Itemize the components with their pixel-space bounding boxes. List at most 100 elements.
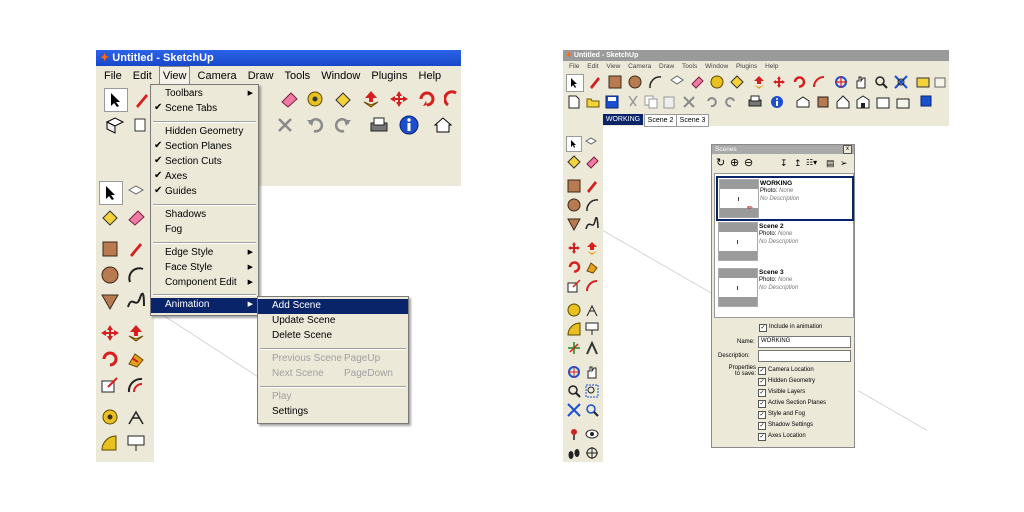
tape-measure-icon[interactable] <box>709 74 725 90</box>
arrow-right-icon[interactable]: ➢ <box>840 156 848 170</box>
zoom-icon[interactable] <box>566 383 582 399</box>
freehand-icon[interactable] <box>584 216 600 232</box>
orbit-icon[interactable] <box>833 74 849 90</box>
list-item[interactable]: ✏ WORKING Photo: None No Description <box>716 176 854 221</box>
save-icon[interactable] <box>604 94 620 110</box>
arc-icon[interactable] <box>584 197 600 213</box>
right-view-icon[interactable] <box>855 94 871 110</box>
menu-window[interactable]: Window <box>702 61 731 72</box>
rotate-icon[interactable] <box>416 88 438 110</box>
cut-icon[interactable] <box>625 94 641 110</box>
push-pull-icon[interactable] <box>125 322 147 344</box>
component-browser-icon[interactable] <box>919 94 935 110</box>
component-icon[interactable] <box>584 136 598 150</box>
circle-icon[interactable] <box>566 197 582 213</box>
pencil-icon[interactable] <box>125 238 147 260</box>
follow-me-icon[interactable] <box>584 259 600 275</box>
freehand-icon[interactable] <box>125 290 147 312</box>
orbit-icon[interactable] <box>566 364 582 380</box>
tab-working[interactable]: WORKING <box>603 114 643 125</box>
scale-icon[interactable] <box>566 278 582 294</box>
redo-icon[interactable] <box>332 114 354 136</box>
eraser-icon[interactable] <box>125 206 147 228</box>
menu-item-fog[interactable]: Fog <box>151 223 258 238</box>
info-icon[interactable] <box>398 114 420 136</box>
refresh-icon[interactable]: ↻ <box>716 156 725 170</box>
move-icon[interactable] <box>99 322 121 344</box>
move-icon[interactable] <box>771 74 787 90</box>
left-view-icon[interactable] <box>895 94 911 110</box>
menu-window[interactable]: Window <box>317 67 364 85</box>
info-icon[interactable] <box>769 94 785 110</box>
menu-help[interactable]: Help <box>415 67 446 85</box>
position-camera-icon[interactable] <box>566 426 582 442</box>
menu-item-delete-scene[interactable]: Delete Scene <box>258 329 408 344</box>
tape-measure-icon[interactable] <box>566 302 582 318</box>
rectangle-icon[interactable] <box>607 74 623 90</box>
extension-icon[interactable] <box>933 74 947 90</box>
list-item[interactable]: Scene 3 Photo: None No Description <box>718 268 852 309</box>
cross-icon[interactable] <box>681 94 697 110</box>
component-icon[interactable] <box>669 74 685 90</box>
menu-item-face-style[interactable]: Face Style ▶ <box>151 261 258 276</box>
view-options-icon[interactable]: ☷▾ <box>806 156 817 170</box>
tape-measure-icon[interactable] <box>99 406 121 428</box>
menu-item-component-edit[interactable]: Component Edit ▶ <box>151 276 258 291</box>
eraser-icon[interactable] <box>278 88 300 110</box>
paint-bucket-icon[interactable] <box>99 206 121 228</box>
menu-help[interactable]: Help <box>762 61 781 72</box>
previous-view-icon[interactable] <box>584 402 600 418</box>
move-down-icon[interactable]: ↧ <box>780 156 788 170</box>
polygon-icon[interactable] <box>99 290 121 312</box>
tape-measure-icon[interactable] <box>304 88 326 110</box>
active-section-planes-checkbox[interactable]: ✓ <box>758 400 766 408</box>
eraser-icon[interactable] <box>689 74 705 90</box>
undo-icon[interactable] <box>703 94 719 110</box>
pencil-icon[interactable] <box>584 178 600 194</box>
menu-edit[interactable]: Edit <box>584 61 601 72</box>
paint-bucket-icon[interactable] <box>566 154 582 170</box>
move-up-icon[interactable]: ↥ <box>794 156 802 170</box>
shadow-settings-checkbox[interactable]: ✓ <box>758 422 766 430</box>
select-arrow-icon[interactable] <box>104 88 128 112</box>
paint-bucket-icon[interactable] <box>332 88 354 110</box>
menu-view[interactable]: View <box>158 66 191 85</box>
details-icon[interactable]: ▤ <box>826 156 835 170</box>
offset-icon[interactable] <box>584 278 600 294</box>
arc-icon[interactable] <box>125 264 147 286</box>
offset-icon[interactable] <box>811 74 827 90</box>
menu-item-previous-scene[interactable]: Previous Scene PageUp <box>258 352 408 367</box>
zoom-extents-icon[interactable] <box>566 402 582 418</box>
paint-bucket-icon[interactable] <box>729 74 745 90</box>
menu-item-update-scene[interactable]: Update Scene <box>258 314 408 329</box>
select-arrow-icon[interactable] <box>566 74 584 92</box>
menu-item-guides[interactable]: ✔ Guides <box>151 185 258 200</box>
menu-draw[interactable]: Draw <box>244 67 278 85</box>
close-icon[interactable]: x <box>843 145 852 154</box>
axes-location-checkbox[interactable]: ✓ <box>758 433 766 441</box>
pencil-icon[interactable] <box>587 74 603 90</box>
description-field[interactable] <box>758 350 851 362</box>
list-item[interactable]: Scene 2 Photo: None No Description <box>718 222 852 263</box>
menu-item-settings[interactable]: Settings <box>258 405 408 420</box>
dimension-icon[interactable] <box>125 406 147 428</box>
push-pull-icon[interactable] <box>751 74 767 90</box>
undo-icon[interactable] <box>304 114 326 136</box>
select-arrow-icon[interactable] <box>99 181 123 205</box>
menu-item-scene-tabs[interactable]: ✔ Scene Tabs <box>151 102 258 117</box>
menu-item-axes[interactable]: ✔ Axes <box>151 170 258 185</box>
move-icon[interactable] <box>566 240 582 256</box>
menu-camera[interactable]: Camera <box>194 67 241 85</box>
protractor-icon[interactable] <box>99 432 121 454</box>
dimension-icon[interactable] <box>584 302 600 318</box>
push-pull-icon[interactable] <box>360 88 382 110</box>
rectangle-icon[interactable] <box>99 238 121 260</box>
orbit-icon[interactable] <box>442 88 460 110</box>
zoom-icon[interactable] <box>873 74 889 90</box>
tab-scene-2[interactable]: Scene 2 <box>644 114 677 127</box>
style-and-fog-checkbox[interactable]: ✓ <box>758 411 766 419</box>
name-field[interactable]: WORKING <box>758 336 851 348</box>
copy-icon[interactable] <box>643 94 659 110</box>
polygon-icon[interactable] <box>566 216 582 232</box>
visible-layers-checkbox[interactable]: ✓ <box>758 389 766 397</box>
